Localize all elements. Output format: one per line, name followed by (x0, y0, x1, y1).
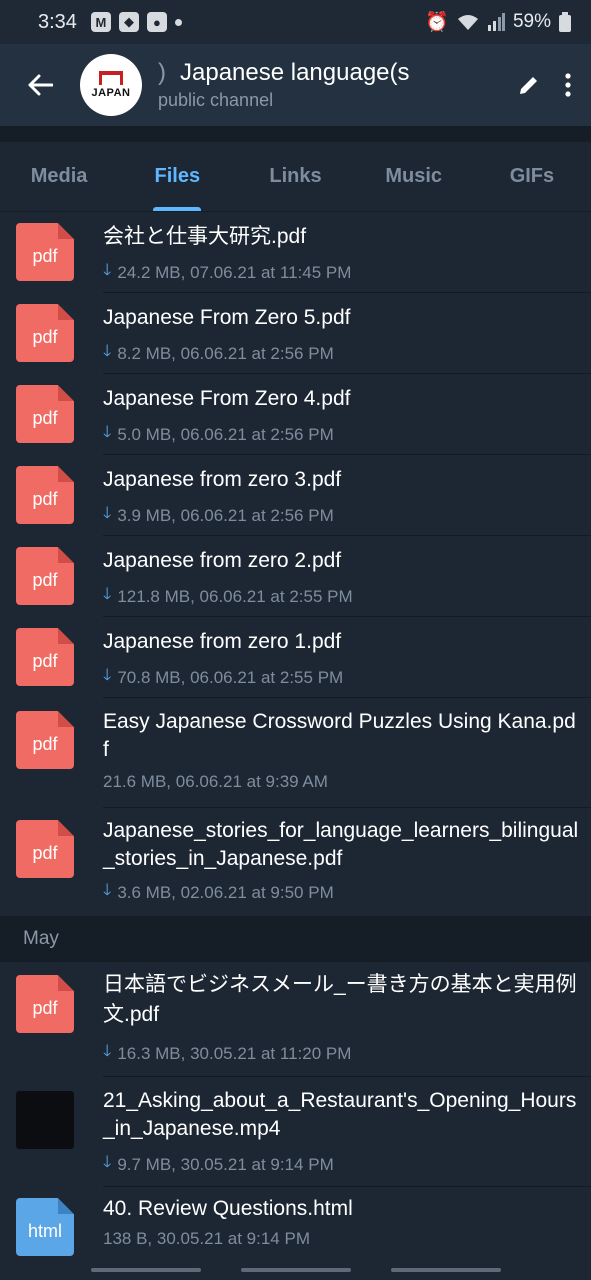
file-name: Japanese From Zero 4.pdf (103, 387, 351, 410)
avatar-text: JAPAN (91, 87, 131, 99)
file-name: Japanese from zero 1.pdf (103, 630, 342, 653)
file-name: Japanese_stories_for_language_learners_b… (103, 819, 579, 870)
download-icon: 🡓 (103, 505, 112, 522)
file-name: 40. Review Questions.html (103, 1197, 353, 1220)
nav-handle-left[interactable] (90, 1267, 201, 1272)
more-notifications-icon (174, 18, 182, 26)
pdf-file-icon: pdf (16, 711, 74, 769)
title-prefix: ) (158, 59, 166, 86)
wifi-icon (457, 15, 478, 30)
file-meta: 138 B, 30.05.21 at 9:14 PM (103, 1229, 310, 1248)
media-tabs: Media Files Links Music GIFs (0, 142, 591, 212)
more-options-icon[interactable] (565, 73, 571, 97)
channel-subtitle: public channel (158, 90, 274, 110)
file-name: 会社と仕事大研究.pdf (103, 225, 307, 248)
panda-notification-icon: ● (146, 12, 167, 32)
file-name: Japanese from zero 3.pdf (103, 468, 342, 491)
file-meta: 8.2 MB, 06.06.21 at 2:56 PM (117, 343, 334, 363)
file-item[interactable]: pdf Japanese from zero 3.pdf 🡓 3.9 MB, 06… (0, 455, 591, 536)
file-name: 21_Asking_about_a_Restaurant's_Opening_H… (103, 1089, 577, 1140)
channel-header: JAPAN ) Japanese language(s public channe… (0, 44, 591, 126)
file-item[interactable]: pdf Japanese from zero 1.pdf 🡓 70.8 MB, 0… (0, 617, 591, 698)
tab-files[interactable]: Files (118, 142, 236, 211)
file-item[interactable]: pdf 会社と仕事大研究.pdf 🡓 24.2 MB, 07.06.21 at 1… (0, 212, 591, 293)
nav-handle-right[interactable] (390, 1267, 501, 1272)
file-item[interactable]: pdf Japanese From Zero 4.pdf 🡓 5.0 MB, 06… (0, 374, 591, 455)
app-notification-icon: ◆ (118, 12, 139, 32)
download-icon: 🡓 (103, 1043, 112, 1060)
status-time: 3:34 (38, 10, 77, 33)
tab-gifs[interactable]: GIFs (473, 142, 591, 211)
html-file-icon: html (16, 1198, 74, 1256)
file-item[interactable]: pdf Japanese From Zero 5.pdf 🡓 8.2 MB, 06… (0, 293, 591, 374)
file-item[interactable]: pdf Japanese_stories_for_language_learne… (0, 808, 591, 916)
file-meta: 3.9 MB, 06.06.21 at 2:56 PM (117, 505, 334, 525)
back-button[interactable] (0, 44, 80, 126)
nav-handle-center[interactable] (240, 1267, 351, 1272)
pdf-file-icon: pdf (16, 547, 74, 605)
tab-media[interactable]: Media (0, 142, 118, 211)
file-meta: 16.3 MB, 30.05.21 at 11:20 PM (117, 1043, 352, 1063)
alarm-icon: ⏰ (425, 12, 449, 33)
gesture-navigation-bar (0, 1259, 591, 1280)
tab-music[interactable]: Music (355, 142, 473, 211)
pdf-file-icon: pdf (16, 304, 74, 362)
file-name: Japanese From Zero 5.pdf (103, 306, 351, 329)
file-item[interactable]: pdf Japanese from zero 2.pdf 🡓 121.8 MB, … (0, 536, 591, 617)
download-icon: 🡓 (103, 424, 112, 441)
file-meta: 21.6 MB, 06.06.21 at 9:39 AM (103, 772, 328, 791)
signal-icon (487, 13, 505, 31)
edit-pencil-icon[interactable] (517, 73, 541, 97)
file-meta: 24.2 MB, 07.06.21 at 11:45 PM (117, 262, 352, 282)
file-list: pdf 会社と仕事大研究.pdf 🡓 24.2 MB, 07.06.21 at 1… (0, 212, 591, 1269)
download-icon: 🡓 (103, 667, 112, 684)
file-item[interactable]: pdf 日本語でビジネスメール_ー書き方の基本と実用例文.pdf 🡓 16.3 M… (0, 962, 591, 1077)
file-name: Easy Japanese Crossword Puzzles Using Ka… (103, 710, 576, 761)
section-header-may: May (0, 916, 591, 962)
download-icon: 🡓 (103, 1154, 112, 1171)
m-notification-icon: M (90, 12, 111, 32)
notification-icons: M ◆ ● (90, 12, 182, 32)
torii-icon (99, 71, 123, 85)
pdf-file-icon: pdf (16, 820, 74, 878)
file-name: Japanese from zero 2.pdf (103, 549, 342, 572)
download-icon: 🡓 (103, 586, 112, 603)
battery-percent: 59% (512, 11, 551, 32)
channel-title: ) Japanese language(s (158, 59, 448, 87)
download-icon: 🡓 (103, 882, 112, 899)
file-item[interactable]: pdf Easy Japanese Crossword Puzzles Usin… (0, 698, 591, 808)
video-thumbnail (16, 1091, 74, 1149)
file-meta: 9.7 MB, 30.05.21 at 9:14 PM (117, 1154, 334, 1174)
status-bar: 3:34 M ◆ ● ⏰ 59% (0, 0, 591, 44)
file-meta: 121.8 MB, 06.06.21 at 2:55 PM (117, 586, 353, 606)
pdf-file-icon: pdf (16, 385, 74, 443)
download-icon: 🡓 (103, 343, 112, 360)
file-meta: 5.0 MB, 06.06.21 at 2:56 PM (117, 424, 334, 444)
file-name: 日本語でビジネスメール_ー書き方の基本と実用例文.pdf (103, 973, 577, 1026)
header-divider (0, 126, 591, 142)
file-item[interactable]: 21_Asking_about_a_Restaurant's_Opening_H… (0, 1077, 591, 1187)
download-icon: 🡓 (103, 262, 112, 279)
tab-links[interactable]: Links (236, 142, 354, 211)
file-item[interactable]: html 40. Review Questions.html 138 B, 30… (0, 1187, 591, 1269)
pdf-file-icon: pdf (16, 223, 74, 281)
channel-title-block[interactable]: ) Japanese language(s public channel (158, 59, 448, 111)
battery-icon (559, 12, 571, 32)
back-arrow-icon (28, 74, 53, 96)
channel-avatar[interactable]: JAPAN (80, 54, 142, 116)
file-meta: 70.8 MB, 06.06.21 at 2:55 PM (117, 667, 344, 687)
channel-name: Japanese language(s (180, 59, 410, 86)
pdf-file-icon: pdf (16, 975, 74, 1033)
pdf-file-icon: pdf (16, 466, 74, 524)
file-meta: 3.6 MB, 02.06.21 at 9:50 PM (117, 882, 334, 902)
pdf-file-icon: pdf (16, 628, 74, 686)
